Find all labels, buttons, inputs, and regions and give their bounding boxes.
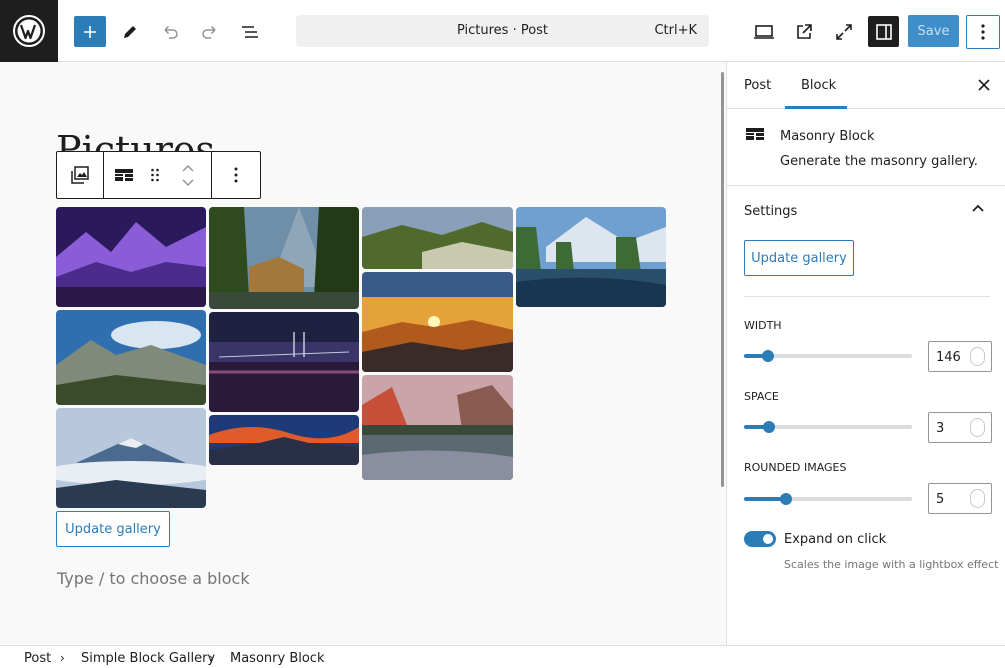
more-vertical-icon: [981, 24, 985, 40]
breadcrumb-chevron-icon: ›: [209, 651, 214, 665]
width-slider[interactable]: [744, 350, 912, 362]
expand-on-click-toggle[interactable]: [744, 531, 776, 547]
block-card-description: Generate the masonry gallery.: [780, 154, 978, 169]
rounded-images-spin-buttons[interactable]: [970, 489, 985, 508]
options-button[interactable]: [966, 15, 1000, 49]
settings-panel-title: Settings: [744, 204, 798, 219]
close-sidebar-button[interactable]: [976, 77, 992, 93]
chevron-down-icon[interactable]: [181, 177, 195, 187]
night-bridge-image[interactable]: [209, 312, 359, 412]
space-label: SPACE: [744, 390, 779, 403]
move-buttons: [165, 152, 211, 198]
block-type-group: [57, 152, 104, 198]
rounded-images-slider-thumb[interactable]: [780, 493, 792, 505]
document-title: Pictures · Post: [456, 23, 549, 38]
tab-post[interactable]: Post: [744, 78, 771, 93]
list-view-icon: [242, 26, 258, 38]
document-overview-button[interactable]: [238, 20, 262, 44]
masonry-icon: [114, 169, 133, 181]
rounded-images-slider[interactable]: [744, 493, 912, 505]
sunset-mountains-image[interactable]: [362, 272, 513, 372]
expand-on-click-help: Scales the image with a lightbox effect: [784, 558, 999, 571]
width-value: 146: [936, 350, 961, 365]
view-post-button[interactable]: [792, 20, 816, 44]
forest-river-image[interactable]: [209, 207, 359, 309]
space-spin-buttons[interactable]: [970, 418, 985, 437]
settings-panel-toggle[interactable]: Settings: [727, 186, 1005, 236]
fullscreen-button[interactable]: [832, 20, 856, 44]
block-toolbar: [56, 151, 261, 199]
block-breadcrumb: Post › Simple Block Gallery › Masonry Bl…: [0, 645, 1005, 668]
close-icon: [978, 79, 990, 91]
rounded-images-number-input[interactable]: 5: [928, 483, 992, 514]
wordpress-icon: [13, 15, 45, 47]
fullscreen-icon: [836, 24, 852, 40]
command-shortcut: Ctrl+K: [654, 23, 697, 38]
toggle-knob: [763, 534, 773, 544]
editor-header: Pictures · Post Ctrl+K Save: [0, 0, 1005, 62]
redo-button[interactable]: [198, 20, 222, 44]
expand-on-click-label: Expand on click: [784, 532, 887, 547]
undo-icon: [164, 25, 178, 39]
sidebar-tabs: Post Block: [727, 62, 1005, 109]
more-vertical-icon: [234, 167, 238, 183]
breadcrumb-masonry-block[interactable]: Masonry Block: [230, 651, 324, 666]
width-label: WIDTH: [744, 319, 782, 332]
chevron-up-icon: [972, 204, 984, 212]
sidebar-update-gallery-button[interactable]: Update gallery: [744, 240, 854, 276]
chevron-up-icon[interactable]: [181, 164, 195, 174]
block-move-group: [104, 152, 212, 198]
editor-canvas[interactable]: Pictures Update gallery Type / to choose…: [0, 62, 726, 645]
drag-handle[interactable]: [144, 152, 166, 198]
redo-icon: [202, 25, 216, 39]
divider: [744, 296, 990, 297]
tab-block[interactable]: Block: [801, 78, 836, 93]
rounded-images-value: 5: [936, 492, 945, 507]
rounded-images-label: ROUNDED IMAGES: [744, 461, 847, 474]
block-options-button[interactable]: [212, 152, 260, 198]
width-slider-thumb[interactable]: [762, 350, 774, 362]
block-card: Masonry Block Generate the masonry galle…: [727, 109, 1005, 186]
mountain-vista-image[interactable]: [56, 310, 206, 405]
space-slider[interactable]: [744, 421, 912, 433]
breadcrumb-post[interactable]: Post: [24, 651, 51, 666]
pencil-icon: [124, 26, 136, 38]
space-value: 3: [936, 421, 945, 436]
masonry-icon: [746, 128, 764, 140]
command-palette-bar[interactable]: Pictures · Post Ctrl+K: [296, 15, 709, 47]
width-spin-buttons[interactable]: [970, 347, 985, 366]
plus-icon: [84, 25, 96, 38]
settings-toggle-button[interactable]: [868, 16, 899, 47]
breadcrumb-chevron-icon: ›: [60, 651, 65, 665]
space-slider-thumb[interactable]: [763, 421, 775, 433]
sunrise-cliffs-image[interactable]: [362, 375, 513, 480]
gallery-icon: [71, 166, 89, 184]
wordpress-logo-button[interactable]: [0, 0, 58, 62]
width-number-input[interactable]: 146: [928, 341, 992, 372]
block-card-title: Masonry Block: [780, 129, 875, 144]
external-link-icon: [797, 24, 812, 39]
add-block-button[interactable]: [74, 16, 106, 47]
block-options-group: [212, 152, 260, 198]
gallery-block-icon-button[interactable]: [57, 152, 103, 198]
drag-handle-icon: [150, 168, 159, 182]
sidebar-icon: [875, 23, 892, 40]
canvas-scrollbar[interactable]: [721, 72, 724, 487]
undo-button[interactable]: [158, 20, 182, 44]
red-sky-mountain-image[interactable]: [209, 415, 359, 465]
purple-valley-image[interactable]: [56, 207, 206, 307]
save-button[interactable]: Save: [908, 15, 959, 47]
settings-sidebar: Post Block Masonry Block Generate the ma…: [726, 62, 1005, 645]
breadcrumb-simple-block-gallery[interactable]: Simple Block Gallery: [81, 651, 215, 666]
lake-mountain-image[interactable]: [516, 207, 666, 307]
mount-fuji-image[interactable]: [56, 408, 206, 508]
block-appender-placeholder[interactable]: Type / to choose a block: [57, 569, 250, 588]
update-gallery-button[interactable]: Update gallery: [56, 511, 170, 547]
green-hills-image[interactable]: [362, 207, 513, 269]
preview-device-button[interactable]: [752, 20, 776, 44]
desktop-icon: [754, 25, 774, 39]
tools-button[interactable]: [118, 20, 142, 44]
space-number-input[interactable]: 3: [928, 412, 992, 443]
masonry-block-type-button[interactable]: [104, 152, 144, 198]
